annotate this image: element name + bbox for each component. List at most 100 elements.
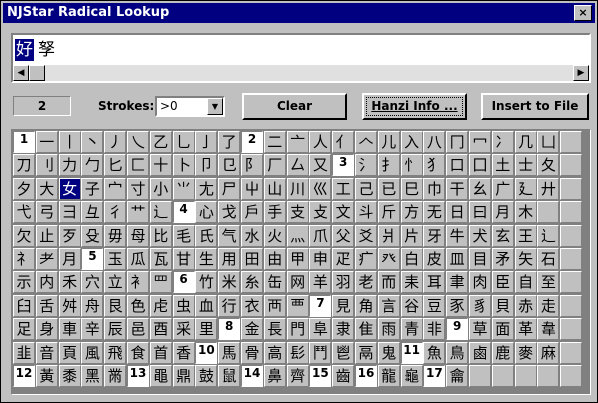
radical-button[interactable]: 幺 [469,177,491,200]
radical-button[interactable]: 禾 [58,271,81,294]
radical-button[interactable]: 田 [241,248,263,270]
radical-button[interactable]: 耳 [423,271,446,294]
radical-button[interactable]: 辶 [537,224,560,247]
radical-button[interactable]: 隹 [355,318,377,341]
radical-button[interactable]: 心 [195,201,218,224]
radical-button[interactable]: 麥 [514,341,537,364]
radical-button[interactable]: 矢 [514,248,537,270]
radical-button[interactable]: 酉 [149,318,172,341]
close-button[interactable]: × [574,5,592,21]
radical-button[interactable]: 馬 [218,341,241,364]
radical-button[interactable]: 欠 [13,224,35,247]
radical-button[interactable]: 冂 [446,131,469,153]
radical-button[interactable]: 宀 [104,177,127,200]
radical-button[interactable]: 見 [332,294,355,317]
radical-button[interactable]: 弓 [35,201,58,224]
radical-button[interactable]: 一 [35,131,58,153]
radical-button[interactable]: 匚 [127,154,149,177]
radical-button[interactable]: 豕 [446,294,469,317]
radical-button[interactable]: 支 [286,201,309,224]
radical-button[interactable]: 魚 [423,341,446,364]
radical-button[interactable]: 缶 [263,271,286,294]
radical-button[interactable]: 亠 [286,131,309,153]
radical-button[interactable]: 白 [400,248,423,270]
radical-button[interactable]: 矛 [491,248,514,270]
radical-button[interactable]: 里 [195,318,218,341]
radical-button[interactable]: ⺌ [172,177,195,200]
radical-button[interactable]: 辶 [149,201,172,224]
radical-button[interactable]: 爪 [309,224,332,247]
radical-button[interactable]: 比 [149,224,172,247]
radical-button[interactable]: 香 [172,341,195,364]
radical-button[interactable]: 甲 [286,248,309,270]
radical-button[interactable]: 舟 [81,294,104,317]
radical-button[interactable]: 弋 [13,201,35,224]
radical-button[interactable]: 勹 [81,154,104,177]
radical-button[interactable]: 米 [218,271,241,294]
radical-button[interactable]: 采 [172,318,195,341]
radical-button[interactable]: 申 [309,248,332,270]
radical-button[interactable]: 丨 [58,131,81,153]
radical-button[interactable]: 黍 [58,365,81,387]
radical-button[interactable]: 臼 [13,294,35,317]
radical-button[interactable]: 豸 [469,294,491,317]
radical-button[interactable]: 鬥 [309,341,332,364]
radical-button[interactable]: 屮 [241,177,263,200]
radical-button[interactable]: 鬯 [332,341,355,364]
candidate-char[interactable]: 孥 [37,39,56,61]
title-bar[interactable]: NJStar Radical Lookup × [3,3,595,23]
radical-button[interactable]: 又 [309,154,332,177]
radical-button[interactable]: 龍 [377,365,400,387]
radical-button[interactable]: 身 [35,318,58,341]
radical-button[interactable]: 卩 [195,154,218,177]
radical-button[interactable]: 尸 [218,177,241,200]
chevron-down-icon[interactable]: ▼ [207,98,223,115]
radical-button[interactable]: 文 [332,201,355,224]
radical-button[interactable]: 凵 [537,131,560,153]
radical-button[interactable]: 黃 [35,365,58,387]
radical-button[interactable]: 彑 [81,201,104,224]
radical-button[interactable]: 鼠 [218,365,241,387]
radical-button[interactable]: 戶 [241,201,263,224]
radical-button[interactable]: 犬 [469,224,491,247]
radical-button[interactable]: 氵 [355,154,377,177]
radical-button[interactable]: 刀 [13,154,35,177]
radical-button[interactable]: 鳥 [446,341,469,364]
radical-button[interactable]: 長 [263,318,286,341]
radical-button[interactable]: 草 [469,318,491,341]
radical-button[interactable]: 斗 [355,201,377,224]
radical-button[interactable]: 人 [309,131,332,153]
radical-button[interactable]: 血 [195,294,218,317]
radical-button[interactable]: 赤 [514,294,537,317]
radical-button[interactable]: 斤 [377,201,400,224]
radical-button[interactable]: 廴 [514,177,537,200]
radical-button[interactable]: 内 [35,271,58,294]
radical-button[interactable]: 首 [149,341,172,364]
radical-button[interactable]: 面 [491,318,514,341]
radical-button[interactable]: 韋 [537,318,560,341]
radical-button[interactable]: 鬼 [377,341,400,364]
radical-button[interactable]: 糸 [241,271,263,294]
radical-button[interactable]: 隶 [332,318,355,341]
radical-button[interactable]: 尢 [195,177,218,200]
radical-button[interactable]: 走 [537,294,560,317]
radical-button[interactable]: 骨 [241,341,263,364]
radical-button[interactable]: 㔾 [218,154,241,177]
radical-button[interactable]: 龜 [400,365,423,387]
radical-button[interactable]: 冖 [469,131,491,153]
radical-button[interactable]: 車 [58,318,81,341]
radical-button[interactable]: 髟 [286,341,309,364]
radical-button[interactable]: 歹 [58,224,81,247]
radical-button[interactable]: 土 [491,154,514,177]
radical-button[interactable]: 黹 [104,365,127,387]
radical-button[interactable]: 韭 [13,341,35,364]
radical-button[interactable]: 巾 [423,177,446,200]
radical-button[interactable]: 囗 [469,154,491,177]
radical-button[interactable]: 广 [491,177,514,200]
radical-button[interactable]: 乀 [127,131,149,153]
radical-button[interactable]: 丶 [81,131,104,153]
radical-button[interactable]: 母 [127,224,149,247]
radical-button[interactable]: 女 [58,177,81,200]
radical-button[interactable]: 彐 [58,201,81,224]
radical-button[interactable]: 二 [263,131,286,153]
